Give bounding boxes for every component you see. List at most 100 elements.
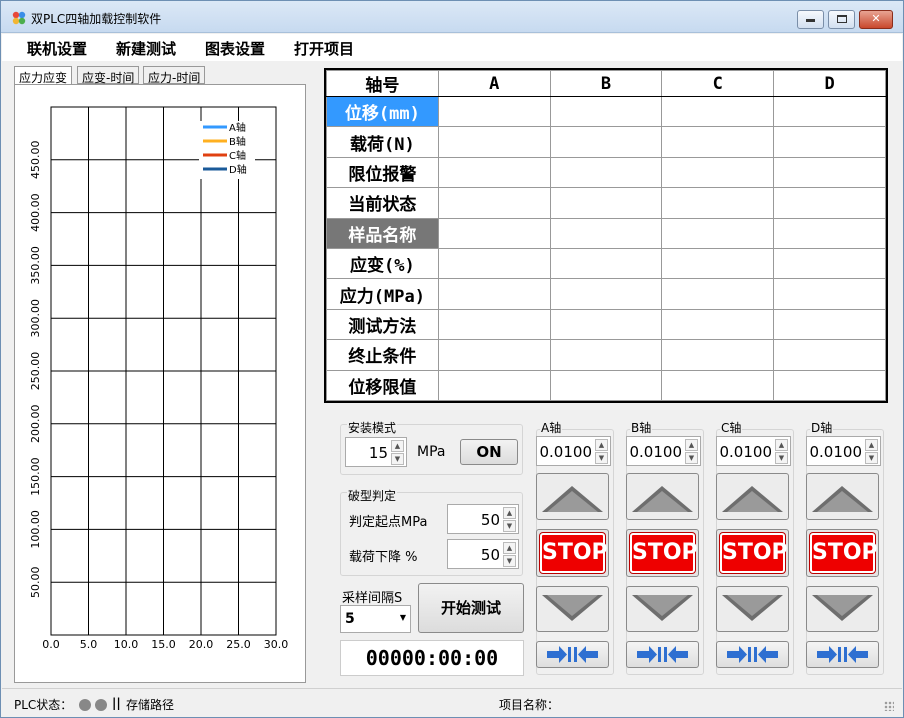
grid-cell[interactable] xyxy=(661,126,775,158)
grid-cell[interactable] xyxy=(437,369,551,402)
grid-cell[interactable] xyxy=(773,247,886,280)
grid-row[interactable]: 位移(mm) xyxy=(326,95,886,128)
row-test-method[interactable]: 测试方法 xyxy=(326,308,439,341)
close-button[interactable]: ✕ xyxy=(859,10,893,29)
grid-cell[interactable] xyxy=(773,95,886,128)
row-sample-name[interactable]: 样品名称 xyxy=(326,217,439,249)
sampling-interval-select[interactable]: 5 ▼ xyxy=(340,605,411,633)
load-drop-spinner[interactable]: 50 ▲ ▼ xyxy=(447,539,519,569)
menu-new-test[interactable]: 新建测试 xyxy=(116,38,176,59)
row-strain[interactable]: 应变(%) xyxy=(326,247,439,280)
grid-cell[interactable] xyxy=(661,217,775,249)
grid-cell[interactable] xyxy=(437,217,551,249)
grid-cell[interactable] xyxy=(661,278,775,310)
grid-cell[interactable] xyxy=(437,156,551,189)
axis-stop-button[interactable]: STOP xyxy=(536,529,609,577)
spin-up-icon[interactable]: ▲ xyxy=(595,439,608,451)
tab-stress-time[interactable]: 应力-时间 xyxy=(143,66,206,85)
grid-cell[interactable] xyxy=(773,308,886,341)
grid-cell[interactable] xyxy=(773,126,886,158)
grid-row[interactable]: 当前状态 xyxy=(326,187,886,219)
grid-cell[interactable] xyxy=(437,187,551,219)
break-start-spinner[interactable]: 50 ▲ ▼ xyxy=(447,504,519,534)
spin-down-icon[interactable]: ▼ xyxy=(503,520,516,532)
row-displacement-limit[interactable]: 位移限值 xyxy=(326,369,439,402)
spin-down-icon[interactable]: ▼ xyxy=(865,452,878,464)
grid-cell[interactable] xyxy=(549,126,663,158)
grid-cell[interactable] xyxy=(773,156,886,189)
row-load[interactable]: 载荷(N) xyxy=(326,126,439,158)
axis-down-button[interactable] xyxy=(806,586,879,632)
menu-connection-settings[interactable]: 联机设置 xyxy=(27,38,87,59)
axis-up-button[interactable] xyxy=(536,473,609,520)
grid-cell[interactable] xyxy=(773,217,886,249)
row-stress[interactable]: 应力(MPa) xyxy=(326,278,439,310)
axis-up-button[interactable] xyxy=(716,473,789,520)
grid-cell[interactable] xyxy=(661,339,775,371)
grid-row[interactable]: 载荷(N) xyxy=(326,126,886,158)
axis-clamp-button[interactable] xyxy=(716,641,789,668)
spin-up-icon[interactable]: ▲ xyxy=(503,542,516,554)
tab-stress-strain[interactable]: 应力应变 xyxy=(14,66,73,85)
grid-cell[interactable] xyxy=(773,187,886,219)
install-pressure-spinner[interactable]: 15 ▲ ▼ xyxy=(345,437,407,467)
grid-cell[interactable] xyxy=(661,95,775,128)
menu-open-project[interactable]: 打开项目 xyxy=(294,38,354,59)
spin-up-icon[interactable]: ▲ xyxy=(391,440,404,452)
spin-down-icon[interactable]: ▼ xyxy=(503,555,516,567)
axis-down-button[interactable] xyxy=(626,586,699,632)
axis-clamp-button[interactable] xyxy=(626,641,699,668)
grid-row[interactable]: 应力(MPa) xyxy=(326,278,886,310)
axis-down-button[interactable] xyxy=(536,586,609,632)
tab-strain-time[interactable]: 应变-时间 xyxy=(77,66,140,85)
grid-cell[interactable] xyxy=(437,126,551,158)
grid-cell[interactable] xyxy=(549,187,663,219)
grid-cell[interactable] xyxy=(661,187,775,219)
grid-row[interactable]: 限位报警 xyxy=(326,156,886,189)
axis-down-button[interactable] xyxy=(716,586,789,632)
spin-up-icon[interactable]: ▲ xyxy=(775,439,788,451)
grid-cell[interactable] xyxy=(773,278,886,310)
start-test-button[interactable]: 开始测试 xyxy=(418,583,524,633)
axis-speed-spinner[interactable]: 0.0100 ▲ ▼ xyxy=(626,436,701,466)
row-limit-alarm[interactable]: 限位报警 xyxy=(326,156,439,189)
grid-row[interactable]: 测试方法 xyxy=(326,308,886,341)
grid-cell[interactable] xyxy=(549,369,663,402)
axis-up-button[interactable] xyxy=(806,473,879,520)
row-current-status[interactable]: 当前状态 xyxy=(326,187,439,219)
minimize-button[interactable] xyxy=(797,10,824,29)
grid-cell[interactable] xyxy=(773,369,886,402)
grid-cell[interactable] xyxy=(773,339,886,371)
grid-cell[interactable] xyxy=(437,247,551,280)
grid-cell[interactable] xyxy=(549,278,663,310)
axis-clamp-button[interactable] xyxy=(536,641,609,668)
spin-up-icon[interactable]: ▲ xyxy=(865,439,878,451)
grid-row[interactable]: 终止条件 xyxy=(326,339,886,371)
spin-up-icon[interactable]: ▲ xyxy=(503,507,516,519)
grid-cell[interactable] xyxy=(437,308,551,341)
axis-clamp-button[interactable] xyxy=(806,641,879,668)
resize-grip-icon[interactable] xyxy=(884,701,894,711)
spin-down-icon[interactable]: ▼ xyxy=(685,452,698,464)
grid-row[interactable]: 应变(%) xyxy=(326,247,886,280)
spin-up-icon[interactable]: ▲ xyxy=(685,439,698,451)
axis-up-button[interactable] xyxy=(626,473,699,520)
spin-down-icon[interactable]: ▼ xyxy=(595,452,608,464)
grid-cell[interactable] xyxy=(661,308,775,341)
grid-cell[interactable] xyxy=(437,278,551,310)
grid-row[interactable]: 样品名称 xyxy=(326,217,886,249)
row-displacement[interactable]: 位移(mm) xyxy=(326,95,439,128)
row-stop-condition[interactable]: 终止条件 xyxy=(326,339,439,371)
install-on-button[interactable]: ON xyxy=(460,439,518,465)
grid-cell[interactable] xyxy=(437,339,551,371)
menu-chart-settings[interactable]: 图表设置 xyxy=(205,38,265,59)
maximize-button[interactable] xyxy=(828,10,855,29)
grid-row[interactable]: 位移限值 xyxy=(326,369,886,402)
grid-cell[interactable] xyxy=(549,156,663,189)
axis-stop-button[interactable]: STOP xyxy=(716,529,789,577)
spin-down-icon[interactable]: ▼ xyxy=(391,453,404,465)
grid-cell[interactable] xyxy=(549,95,663,128)
axis-stop-button[interactable]: STOP xyxy=(626,529,699,577)
axis-speed-spinner[interactable]: 0.0100 ▲ ▼ xyxy=(536,436,611,466)
grid-cell[interactable] xyxy=(661,369,775,402)
